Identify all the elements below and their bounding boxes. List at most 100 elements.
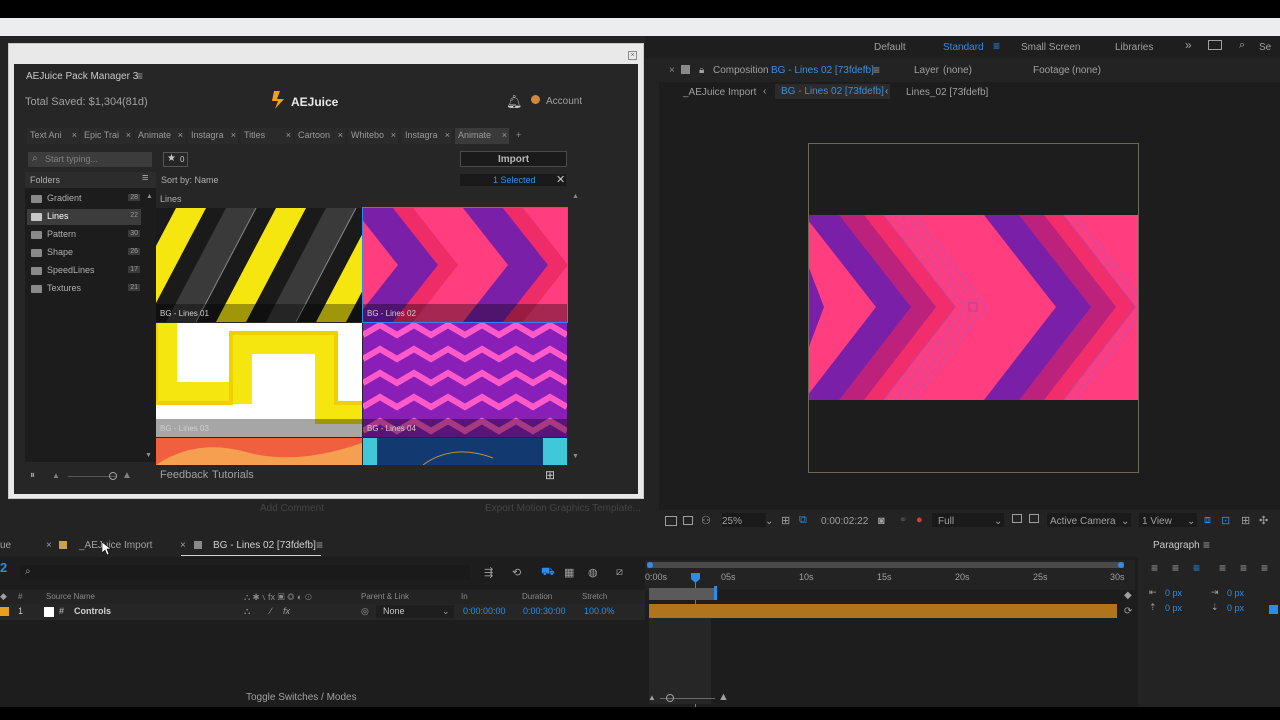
composition-preview[interactable] — [809, 215, 1138, 400]
table-row[interactable]: 1 # Controls ⛬ ∕ fx ◎ None ⌄ 0:00:00:00 … — [0, 604, 645, 620]
zoom-slider-handle[interactable] — [666, 694, 674, 702]
tab-instagram-2[interactable]: Instagra × — [402, 128, 452, 144]
lock-icon[interactable]: 🔒︎ — [699, 65, 704, 76]
mask-icon[interactable]: ⚇ — [701, 514, 711, 527]
space-after-value[interactable]: 0 px — [1227, 603, 1244, 613]
thumbnail-partial-5[interactable] — [156, 438, 362, 465]
align-center-icon[interactable]: ≡ — [1172, 561, 1179, 575]
folder-item-shape[interactable]: Shape 26 — [27, 245, 141, 261]
composition-name[interactable]: BG - Lines 02 [73fdefb] — [771, 65, 874, 76]
close-icon[interactable]: × — [338, 130, 343, 140]
pickwhip-icon[interactable]: ◎ — [361, 606, 369, 617]
scroll-up-icon[interactable]: ▲ — [146, 193, 153, 200]
work-area-bar[interactable] — [647, 562, 1124, 568]
keyframe-nav-icon[interactable]: ⟳ — [1124, 606, 1132, 617]
add-comment-button[interactable]: Add Comment — [260, 503, 324, 514]
tab-instagram-1[interactable]: Instagra × — [188, 128, 238, 144]
col-parent[interactable]: Parent & Link — [361, 592, 409, 601]
col-source-name[interactable]: Source Name — [46, 592, 95, 601]
transparency-grid-icon[interactable] — [1029, 514, 1039, 523]
zoom-in-icon[interactable]: ▲ — [718, 691, 729, 703]
col-in[interactable]: In — [461, 592, 468, 601]
col-duration[interactable]: Duration — [522, 592, 552, 601]
account-icon[interactable] — [531, 95, 540, 104]
folder-item-lines[interactable]: Lines 22 — [27, 209, 141, 225]
scroll-up-icon[interactable]: ▲ — [572, 193, 579, 200]
thumbnail-lines-04[interactable]: BG - Lines 04 — [363, 323, 567, 437]
folders-menu-icon[interactable]: ≡ — [142, 172, 148, 184]
workspace-default[interactable]: Default — [874, 42, 906, 53]
justify-left-icon[interactable]: ≡ — [1219, 561, 1226, 575]
tab-render-queue-partial[interactable]: ue — [0, 540, 11, 551]
label-icon[interactable]: ◆ — [0, 591, 7, 602]
region-icon[interactable] — [1012, 514, 1022, 523]
comp-menu-icon[interactable]: ≡ — [873, 63, 880, 77]
bell-icon[interactable]: 🔔︎ — [506, 94, 523, 110]
scroll-down-icon[interactable]: ▼ — [145, 452, 152, 459]
tutorials-link[interactable]: Tutorials — [212, 469, 254, 481]
paragraph-menu-icon[interactable]: ≡ — [1203, 538, 1210, 552]
scroll-down-icon[interactable]: ▼ — [572, 453, 579, 460]
chevron-double-right-icon[interactable]: » — [1185, 38, 1192, 52]
thumbnail-lines-03[interactable]: BG - Lines 03 — [156, 323, 362, 437]
tab-aejuice-import[interactable]: _AEJuice Import — [79, 540, 152, 551]
grid-icon[interactable]: ⊞ — [781, 514, 790, 527]
shy-switch-icon[interactable]: ⛬ — [244, 606, 250, 617]
layer-in-time[interactable]: 0:00:00:00 — [463, 606, 506, 616]
close-icon[interactable]: × — [391, 130, 396, 140]
search-help-label[interactable]: Se — [1259, 42, 1271, 53]
work-area-start[interactable] — [647, 562, 653, 568]
frame-blending-icon[interactable]: ▦ — [564, 566, 574, 579]
large-size-icon[interactable]: ▲ — [122, 470, 132, 481]
close-icon[interactable]: × — [628, 51, 637, 60]
sort-select[interactable]: Sort by: Name — [161, 175, 219, 185]
plugin-menu-icon[interactable]: ≡ — [136, 69, 143, 83]
exposure-icon[interactable]: ⊞ — [1241, 514, 1250, 527]
layer-label[interactable]: Layer — [914, 65, 939, 76]
transparency-icon[interactable]: ⧉ — [799, 514, 807, 527]
size-slider-handle[interactable] — [109, 472, 117, 480]
show-channel-icon[interactable]: ⚭ — [899, 515, 907, 526]
folder-item-speedlines[interactable]: SpeedLines 17 — [27, 263, 141, 279]
toggle-switches-modes-button[interactable]: Toggle Switches / Modes — [246, 692, 357, 703]
folder-item-gradient[interactable]: Gradient 28 — [27, 191, 141, 207]
workspace-libraries[interactable]: Libraries — [1115, 42, 1153, 53]
close-icon[interactable]: × — [231, 130, 236, 140]
grid-view-icon[interactable]: ⊞ — [545, 468, 555, 482]
indent-left-value[interactable]: 0 px — [1165, 588, 1182, 598]
feedback-link[interactable]: Feedback — [160, 469, 208, 481]
folder-item-pattern[interactable]: Pattern 30 — [27, 227, 141, 243]
breadcrumb-item-active[interactable]: BG - Lines 02 [73fdefb] — [775, 84, 890, 99]
layer-name[interactable]: Controls — [74, 606, 111, 616]
justify-center-icon[interactable]: ≡ — [1240, 561, 1247, 575]
close-icon[interactable]: × — [126, 130, 131, 140]
camera-icon[interactable]: ◙ — [878, 515, 885, 527]
fx-switch-icon[interactable]: fx — [283, 606, 290, 616]
close-icon[interactable]: × — [502, 130, 507, 140]
timecode[interactable]: 0:00:02:22 — [821, 516, 868, 527]
small-size-icon[interactable]: ▲ — [52, 471, 60, 480]
flowchart-icon[interactable]: ✣ — [1259, 514, 1268, 527]
zoom-out-icon[interactable]: ▲ — [648, 693, 656, 702]
thumbnail-lines-01[interactable]: BG - Lines 01 — [156, 208, 362, 322]
breadcrumb-item-import[interactable]: _AEJuice Import — [683, 87, 756, 98]
col-stretch[interactable]: Stretch — [582, 592, 607, 601]
tab-animated-2[interactable]: Animate × — [455, 128, 509, 144]
workspace-small-screen[interactable]: Small Screen — [1021, 42, 1080, 53]
close-icon[interactable]: × — [178, 130, 183, 140]
align-right-icon[interactable]: ≡ — [1193, 561, 1200, 575]
monitor-icon[interactable] — [683, 516, 693, 525]
thumbnail-partial-6[interactable] — [363, 438, 567, 465]
indent-right-value[interactable]: 0 px — [1227, 588, 1244, 598]
work-area-end[interactable] — [1118, 562, 1124, 568]
tab-menu-icon[interactable]: ≡ — [316, 538, 323, 552]
justify-all-icon[interactable]: ≡ — [1261, 561, 1268, 575]
workspace-panel-icon[interactable] — [1208, 40, 1222, 50]
composition-flowchart-icon[interactable]: ⇶ — [484, 566, 493, 579]
layer-stretch[interactable]: 100.0% — [584, 606, 615, 616]
export-template-button[interactable]: Export Motion Graphics Template... — [485, 503, 641, 514]
workspace-menu-icon[interactable]: ≡ — [993, 39, 1000, 53]
layer-search-input[interactable]: ⌕ — [20, 565, 470, 580]
tab-text-animators[interactable]: Text Ani × — [27, 128, 79, 144]
close-icon[interactable]: × — [445, 130, 450, 140]
